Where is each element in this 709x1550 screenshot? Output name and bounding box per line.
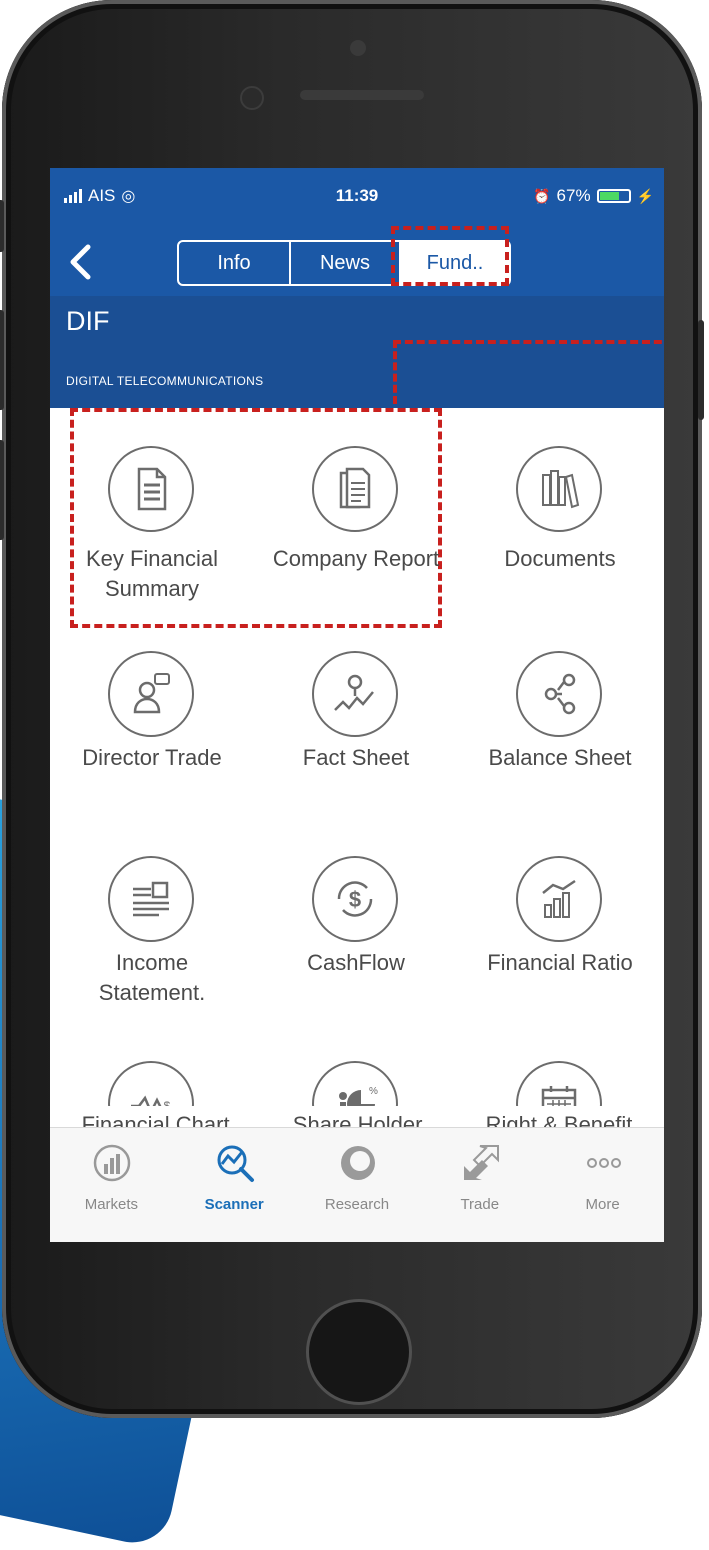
menu-cashflow[interactable]: $ CashFlow bbox=[254, 818, 458, 1023]
app-screen: AIS ◎ 11:39 ⏰ 67% ⚡ Info News Fund.. DIF… bbox=[50, 168, 664, 1242]
fact-sheet-icon bbox=[312, 651, 398, 737]
tab-news[interactable]: News bbox=[289, 242, 399, 284]
volume-up-button bbox=[0, 310, 4, 410]
mute-switch bbox=[0, 200, 4, 252]
tab-info[interactable]: Info bbox=[179, 242, 289, 284]
research-icon bbox=[340, 1146, 375, 1180]
menu-label: Key Financial Summary bbox=[85, 546, 219, 601]
director-icon bbox=[108, 651, 194, 737]
menu-label: Income Statement. bbox=[98, 950, 206, 1005]
markets-icon bbox=[94, 1144, 131, 1182]
highlight-fund-tab bbox=[391, 226, 509, 286]
fundamental-menu-grid: Key Financial Summary Company Report Doc… bbox=[50, 408, 664, 1228]
battery-percent: 67% bbox=[556, 186, 591, 205]
tab-markets[interactable]: Markets bbox=[51, 1128, 171, 1242]
menu-income-statement[interactable]: Income Statement. bbox=[50, 818, 254, 1023]
cashflow-icon: $ bbox=[312, 856, 398, 942]
volume-down-button bbox=[0, 440, 4, 540]
more-icon bbox=[586, 1158, 621, 1168]
tab-research[interactable]: Research bbox=[297, 1128, 417, 1242]
menu-label-peek: Share Holder bbox=[292, 1112, 423, 1128]
tab-label: Trade bbox=[460, 1196, 500, 1213]
battery-icon bbox=[596, 189, 631, 203]
scanner-icon bbox=[217, 1145, 255, 1182]
trade-icon bbox=[463, 1145, 499, 1180]
stock-symbol: DIF bbox=[66, 306, 110, 336]
earpiece-speaker bbox=[300, 90, 424, 100]
menu-label: Financial Ratio bbox=[487, 950, 633, 975]
tab-more[interactable]: More bbox=[543, 1128, 663, 1242]
ratio-icon bbox=[516, 856, 602, 942]
phone-frame: AIS ◎ 11:39 ⏰ 67% ⚡ Info News Fund.. DIF… bbox=[0, 0, 704, 1418]
nav-bar: Info News Fund.. bbox=[50, 230, 664, 296]
svg-text:$: $ bbox=[349, 887, 361, 912]
status-bar: AIS ◎ 11:39 ⏰ 67% ⚡ bbox=[50, 168, 664, 230]
partially-hidden-labels: Financial Chart Share Holder Right & Ben… bbox=[50, 1106, 664, 1128]
svg-text:%: % bbox=[369, 1086, 378, 1097]
balance-icon bbox=[516, 651, 602, 737]
document-icon bbox=[108, 446, 194, 532]
menu-label-peek: Financial Chart bbox=[81, 1112, 230, 1128]
menu-label: Balance Sheet bbox=[488, 745, 632, 770]
front-camera bbox=[240, 86, 264, 110]
stock-name: DIGITAL TELECOMMUNICATIONS bbox=[66, 374, 264, 388]
books-icon bbox=[516, 446, 602, 532]
tab-label: More bbox=[585, 1196, 620, 1213]
menu-financial-ratio[interactable]: Financial Ratio bbox=[458, 818, 662, 1023]
home-button[interactable] bbox=[306, 1299, 412, 1405]
report-icon bbox=[312, 446, 398, 532]
alarm-icon: ⏰ bbox=[533, 187, 551, 204]
menu-director-trade[interactable]: Director Trade bbox=[50, 613, 254, 818]
menu-label: CashFlow bbox=[307, 950, 405, 975]
menu-label: Director Trade bbox=[82, 745, 222, 770]
back-button[interactable] bbox=[68, 244, 98, 286]
menu-company-report[interactable]: Company Report bbox=[254, 408, 458, 613]
chevron-left-icon bbox=[70, 244, 91, 280]
tab-trade[interactable]: Trade bbox=[420, 1128, 540, 1242]
tab-label: Markets bbox=[84, 1196, 139, 1213]
menu-balance-sheet[interactable]: Balance Sheet bbox=[458, 613, 662, 818]
income-icon bbox=[108, 856, 194, 942]
bottom-tab-bar: Markets Scanner Research Trade More bbox=[50, 1127, 664, 1242]
menu-documents[interactable]: Documents bbox=[458, 408, 662, 613]
menu-label: Company Report bbox=[272, 546, 440, 571]
tab-scanner[interactable]: Scanner bbox=[174, 1128, 294, 1242]
menu-fact-sheet[interactable]: Fact Sheet bbox=[254, 613, 458, 818]
tab-label: Research bbox=[324, 1196, 390, 1213]
highlight-callout-line bbox=[393, 340, 664, 404]
charging-icon: ⚡ bbox=[636, 187, 654, 204]
menu-label-peek: Right & Benefit bbox=[485, 1112, 633, 1128]
menu-key-financial-summary[interactable]: Key Financial Summary bbox=[50, 408, 254, 613]
menu-label: Documents bbox=[504, 546, 616, 571]
power-button bbox=[698, 320, 704, 420]
tab-label: Scanner bbox=[204, 1196, 264, 1213]
menu-label: Fact Sheet bbox=[302, 745, 410, 770]
proximity-sensor bbox=[350, 40, 366, 56]
